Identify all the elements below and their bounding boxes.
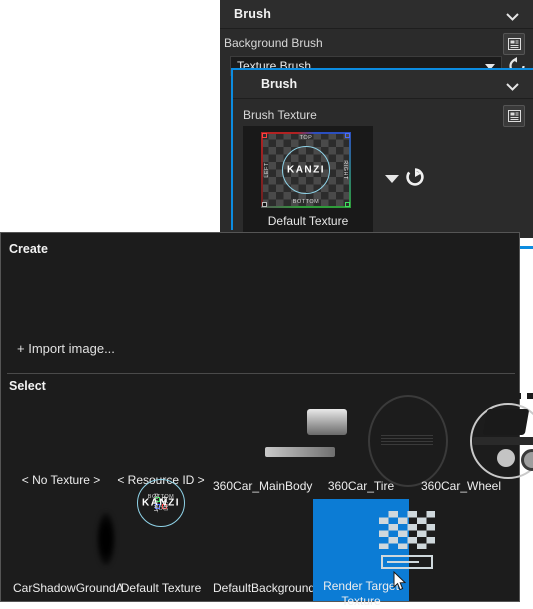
texture-item-360car-tire[interactable]: 360Car_Tire (313, 401, 409, 493)
brush-texture-preview[interactable]: TOP BOTTOM LEFT RIGHT KANZI Default Text… (243, 126, 373, 232)
section-divider (7, 373, 515, 374)
thumb-label-top: TOP (299, 135, 313, 141)
kanzi-default-thumb[interactable]: TOP BOTTOM LEFT RIGHT KANZI (261, 132, 351, 208)
create-section-title: Create (9, 242, 48, 256)
brush-panel-header[interactable]: Brush (220, 0, 533, 29)
texture-picker-dialog: Create + Import image... Select < No Tex… (0, 232, 533, 608)
texture-item-carshadowgrounda[interactable]: CarShadowGroundA (13, 503, 124, 599)
thumb-label-right: RIGHT (342, 160, 348, 180)
texture-item-label: 360Car_Tire (327, 479, 395, 493)
thumb-label-bottom: BOTTOM (292, 199, 320, 205)
property-menu-icon[interactable] (503, 105, 525, 127)
inner-brush-header[interactable]: Brush (233, 70, 533, 99)
texture-item-label: 360Car_MainBody (213, 479, 313, 493)
thumb-label-center: KANZI (286, 164, 326, 176)
texture-item-resource-id[interactable]: < Resource ID > (113, 401, 209, 489)
brush-panel-title: Brush (234, 7, 272, 21)
texture-item-360car-mainbody[interactable]: 360Car_MainBody (213, 401, 312, 493)
background-brush-label: Background Brush (224, 36, 323, 50)
chevron-down-icon[interactable] (506, 10, 519, 21)
property-menu-icon[interactable] (503, 33, 525, 55)
inner-brush-title: Brush (261, 77, 298, 91)
brush-texture-name: Default Texture (267, 214, 349, 228)
texture-item-defaultbackground[interactable]: DefaultBackground (213, 503, 316, 599)
thumb-label-left: LEFT (264, 162, 270, 178)
app-root: Brush Background Brush Texture Brush Bru… (0, 0, 533, 608)
chevron-down-icon[interactable] (506, 80, 519, 91)
brush-texture-row: Brush Texture (233, 102, 533, 128)
texture-item-label: 360Car_Wheel (420, 479, 502, 493)
go-to-resource-icon[interactable] (406, 168, 424, 189)
brush-texture-popup: Brush Brush Texture TOP BOTTOM LEFT RIGH… (231, 68, 533, 232)
import-image-link[interactable]: + Import image... (17, 341, 115, 356)
caret-down-icon[interactable] (385, 172, 399, 186)
select-section-title: Select (9, 379, 46, 393)
thumb-label-center: KANZI (141, 497, 181, 509)
brush-texture-label: Brush Texture (243, 108, 317, 122)
texture-item-label: Default Texture (120, 581, 202, 595)
texture-item-label: CarShadowGroundA (13, 581, 124, 595)
texture-item-default-texture[interactable]: TOP BOTTOM LEFT RIGHT KANZI Default Text… (113, 479, 209, 599)
texture-item-label: < No Texture > (21, 473, 101, 487)
texture-item-label: DefaultBackground (213, 581, 316, 595)
mouse-pointer-icon (393, 570, 407, 591)
focus-border-stub (520, 246, 533, 249)
texture-item-no-texture[interactable]: < No Texture > (13, 401, 109, 489)
background-brush-row: Background Brush (220, 30, 533, 56)
texture-item-360car-wheel[interactable]: 360Car_Wheel (413, 393, 533, 493)
